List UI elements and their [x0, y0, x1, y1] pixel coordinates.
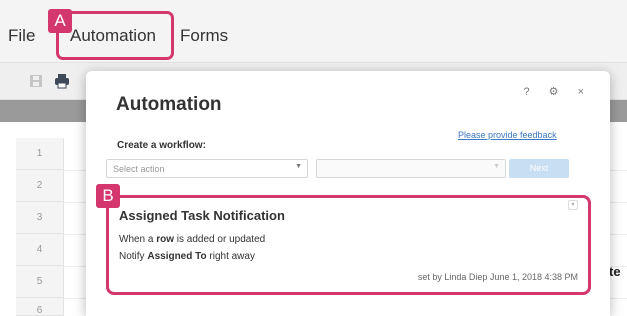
dialog-controls[interactable]: ? ⚙ ×	[523, 85, 592, 98]
dialog-title: Automation	[116, 94, 222, 115]
workflow-action: Notify Assigned To right away	[119, 251, 255, 262]
row-number[interactable]: 1	[16, 138, 64, 170]
callout-label-b: B	[96, 184, 120, 208]
callout-label-a: A	[48, 9, 72, 33]
workflow-trigger: When a row is added or updated	[119, 234, 266, 245]
row-number[interactable]: 2	[16, 170, 64, 202]
feedback-link[interactable]: Please provide feedback	[458, 130, 557, 140]
action-select[interactable]: Select action ▼	[106, 159, 308, 178]
create-workflow-label: Create a workflow:	[117, 140, 206, 151]
menu-forms[interactable]: Forms	[180, 26, 228, 46]
automation-dialog: Automation ? ⚙ × Please provide feedback…	[86, 71, 610, 316]
row-number[interactable]: 6	[16, 298, 64, 316]
secondary-select[interactable]: ▼	[316, 159, 506, 178]
workflow-card[interactable]: Assigned Task Notification ▾ When a row …	[106, 195, 591, 295]
cell-text-fragment: te	[609, 264, 621, 279]
chevron-down-icon: ▼	[295, 163, 302, 170]
row-number[interactable]: 5	[16, 266, 64, 298]
callout-highlight-automation	[56, 11, 174, 60]
save-icon[interactable]	[28, 73, 44, 89]
row-number[interactable]: 4	[16, 234, 64, 266]
workflow-meta: set by Linda Diep June 1, 2018 4:38 PM	[417, 272, 578, 282]
print-icon[interactable]	[54, 73, 70, 89]
menu-file[interactable]: File	[8, 26, 35, 46]
action-select-placeholder: Select action	[113, 164, 165, 174]
workflow-title: Assigned Task Notification	[119, 208, 285, 223]
next-button[interactable]: Next	[509, 159, 569, 178]
chevron-down-icon: ▼	[493, 163, 500, 170]
row-number[interactable]: 3	[16, 202, 64, 234]
card-menu-icon[interactable]: ▾	[568, 200, 578, 210]
